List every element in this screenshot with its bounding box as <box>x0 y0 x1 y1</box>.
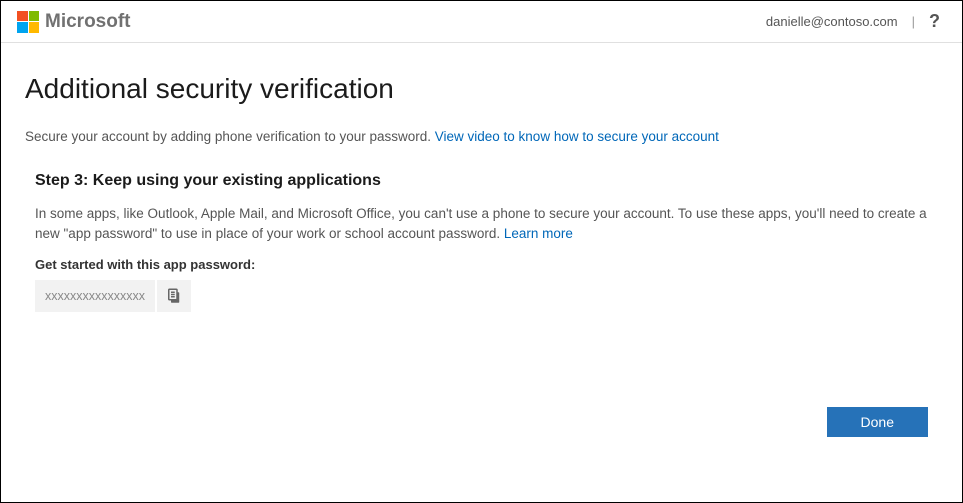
brand-block: Microsoft <box>17 11 131 33</box>
divider: | <box>912 14 915 29</box>
done-button[interactable]: Done <box>827 407 928 437</box>
app-password-label: Get started with this app password: <box>35 257 938 272</box>
user-email: danielle@contoso.com <box>766 14 898 29</box>
help-icon[interactable]: ? <box>929 11 940 32</box>
microsoft-logo-icon <box>17 11 39 33</box>
main-content: Additional security verification Secure … <box>1 43 962 312</box>
step-desc-text: In some apps, like Outlook, Apple Mail, … <box>35 206 927 241</box>
learn-more-link[interactable]: Learn more <box>504 226 573 241</box>
copy-icon <box>165 287 183 305</box>
brand-name: Microsoft <box>45 11 131 33</box>
step-description: In some apps, like Outlook, Apple Mail, … <box>35 204 928 243</box>
header-right: danielle@contoso.com | ? <box>766 11 940 32</box>
intro-video-link[interactable]: View video to know how to secure your ac… <box>435 129 719 144</box>
app-password-row: xxxxxxxxxxxxxxxx <box>35 280 938 312</box>
header: Microsoft danielle@contoso.com | ? <box>1 1 962 43</box>
app-password-field[interactable]: xxxxxxxxxxxxxxxx <box>35 280 155 312</box>
page-title: Additional security verification <box>25 73 938 105</box>
intro-line: Secure your account by adding phone veri… <box>25 129 938 144</box>
copy-button[interactable] <box>157 280 191 312</box>
intro-text: Secure your account by adding phone veri… <box>25 129 435 144</box>
step-title: Step 3: Keep using your existing applica… <box>35 172 938 190</box>
